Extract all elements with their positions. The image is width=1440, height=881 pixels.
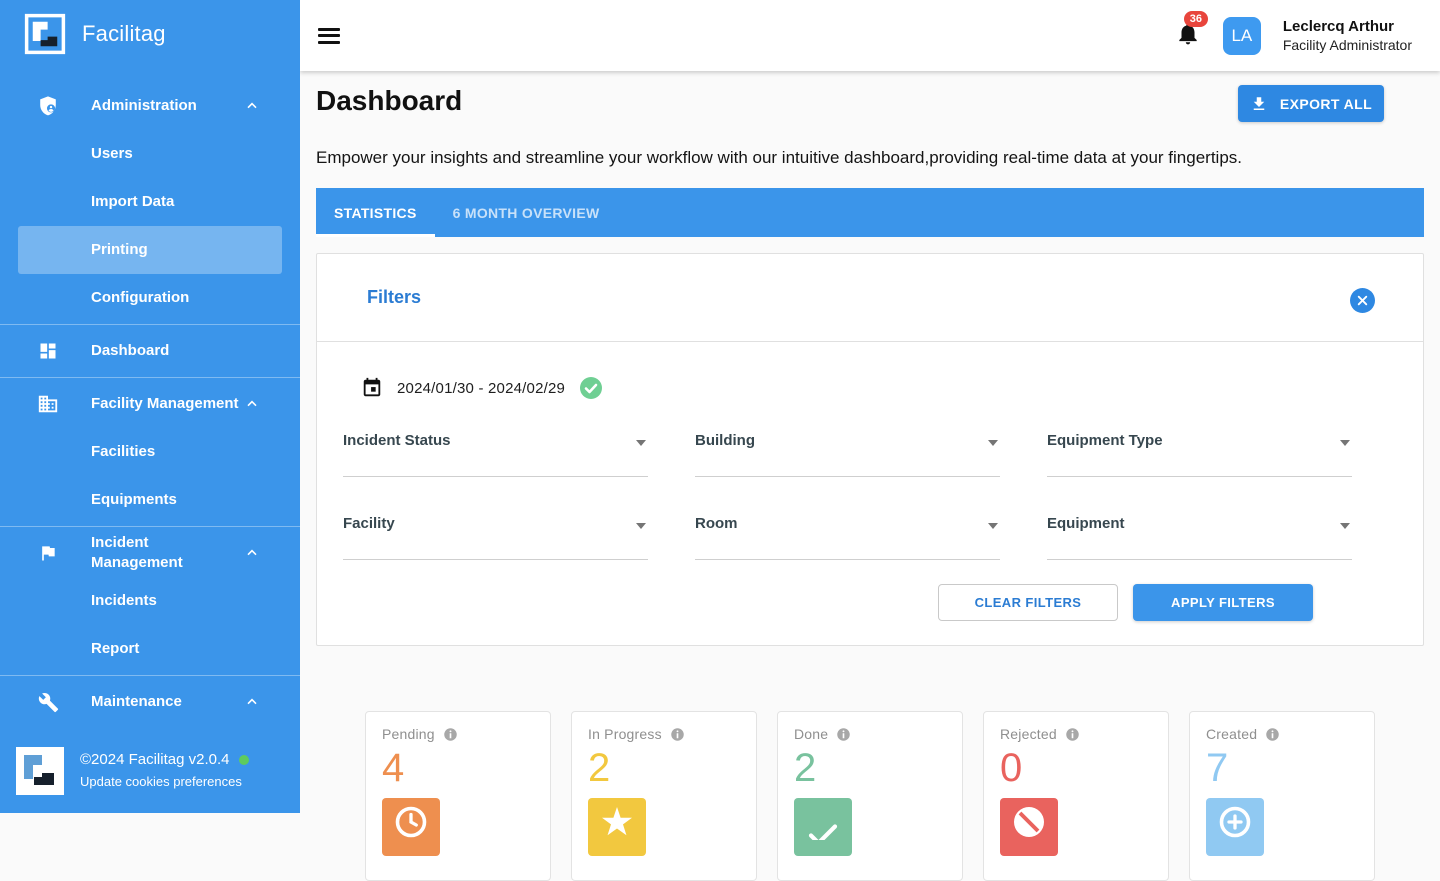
sidebar-item-label: Administration [91, 96, 243, 116]
status-dot [239, 755, 249, 765]
done-check-icon [794, 798, 852, 856]
room-select[interactable]: Room [695, 515, 1000, 560]
stat-card: Done 2 [777, 711, 963, 881]
sidebar-item-administration[interactable]: Administration [0, 82, 300, 130]
stat-card: Rejected 0 [983, 711, 1169, 881]
chevron-down-icon [988, 440, 998, 446]
date-range-picker[interactable]: 2024/01/30 - 2024/02/29 [343, 376, 1397, 400]
download-icon [1250, 95, 1268, 113]
stats-cards-row: Pending 4 In Progress 2 Done 2 [316, 711, 1424, 881]
info-icon[interactable] [670, 727, 685, 742]
stat-card: In Progress 2 [571, 711, 757, 881]
chevron-up-icon [244, 545, 260, 561]
date-range-value: 2024/01/30 - 2024/02/29 [397, 380, 565, 397]
wrench-icon [36, 690, 60, 714]
close-filters-button[interactable] [1350, 288, 1375, 313]
sidebar-item-users[interactable]: Users [0, 130, 300, 178]
user-role: Facility Administrator [1283, 36, 1412, 55]
sidebar-divider [0, 675, 300, 676]
tab-statistics[interactable]: STATISTICS [316, 188, 435, 237]
chevron-up-icon [244, 98, 260, 114]
equipment-type-select[interactable]: Equipment Type [1047, 432, 1352, 477]
in-progress-star-icon [588, 798, 646, 856]
sidebar-item-import-data[interactable]: Import Data [0, 178, 300, 226]
info-icon[interactable] [1265, 727, 1280, 742]
tab-6-month-overview[interactable]: 6 MONTH OVERVIEW [435, 188, 618, 237]
sidebar-item-incident-management[interactable]: Incident Management [0, 529, 300, 577]
topbar: 36 LA Leclercq Arthur Facility Administr… [300, 0, 1440, 71]
filters-panel: Filters 2024/01/30 - 2024/02/29 Incident… [316, 253, 1424, 646]
main-content: Dashboard EXPORT ALL Empower your insigh… [300, 71, 1440, 881]
copyright-text: ©2024 Facilitag v2.0.4 [80, 749, 229, 771]
incident-status-select[interactable]: Incident Status [343, 432, 648, 477]
tabbar: STATISTICS 6 MONTH OVERVIEW [316, 188, 1424, 237]
check-circle-icon [579, 376, 603, 400]
info-icon[interactable] [836, 727, 851, 742]
chevron-down-icon [988, 523, 998, 529]
export-all-button[interactable]: EXPORT ALL [1238, 85, 1384, 122]
sidebar-divider [0, 324, 300, 325]
sidebar-item-printing[interactable]: Printing [18, 226, 282, 274]
stat-card: Pending 4 [365, 711, 551, 881]
sidebar-footer: ©2024 Facilitag v2.0.4 Update cookies pr… [0, 735, 300, 813]
avatar[interactable]: LA [1223, 17, 1261, 55]
facilitag-footer-logo-icon [16, 747, 64, 795]
chevron-down-icon [636, 523, 646, 529]
user-name: Leclercq Arthur [1283, 17, 1412, 36]
sidebar-divider [0, 377, 300, 378]
info-icon[interactable] [1065, 727, 1080, 742]
sidebar-item-facility-management[interactable]: Facility Management [0, 380, 300, 428]
facilitag-logo-icon [24, 13, 66, 55]
pending-clock-icon [382, 798, 440, 856]
cookies-preferences-link[interactable]: Update cookies preferences [80, 771, 249, 793]
calendar-icon [361, 377, 383, 399]
sidebar-item-facilities[interactable]: Facilities [0, 428, 300, 476]
page-subtitle: Empower your insights and streamline you… [316, 148, 1424, 168]
sidebar-item-equipments[interactable]: Equipments [0, 476, 300, 524]
hamburger-menu-icon[interactable] [318, 28, 340, 44]
building-select[interactable]: Building [695, 432, 1000, 477]
building-icon [36, 392, 60, 416]
dashboard-grid-icon [36, 339, 60, 363]
sidebar-divider [0, 526, 300, 527]
sidebar-item-configuration[interactable]: Configuration [0, 274, 300, 322]
chevron-up-icon [244, 396, 260, 412]
created-add-icon [1206, 798, 1264, 856]
app-title: Facilitag [82, 21, 166, 47]
flag-icon [36, 541, 60, 565]
filters-title: Filters [367, 287, 421, 308]
sidebar-menu: Administration Users Import Data Printin… [0, 82, 300, 726]
clear-filters-button[interactable]: CLEAR FILTERS [938, 584, 1118, 621]
close-icon [1356, 294, 1369, 307]
notification-count-badge: 36 [1184, 11, 1208, 27]
equipment-select[interactable]: Equipment [1047, 515, 1352, 560]
chevron-up-icon [244, 694, 260, 710]
chevron-down-icon [1340, 440, 1350, 446]
sidebar-item-dashboard[interactable]: Dashboard [0, 327, 300, 375]
app-logo[interactable]: Facilitag [0, 0, 300, 64]
rejected-cancel-icon [1000, 798, 1058, 856]
page-title: Dashboard [316, 85, 462, 117]
stat-card: Created 7 [1189, 711, 1375, 881]
sidebar-item-report[interactable]: Report [0, 625, 300, 673]
notifications-bell[interactable]: 36 [1175, 20, 1201, 51]
sidebar-item-maintenance[interactable]: Maintenance [0, 678, 300, 726]
chevron-down-icon [1340, 523, 1350, 529]
user-info[interactable]: Leclercq Arthur Facility Administrator [1283, 17, 1412, 55]
info-icon[interactable] [443, 727, 458, 742]
admin-shield-icon [36, 94, 60, 118]
sidebar: Facilitag Administration Users Import Da… [0, 0, 300, 813]
apply-filters-button[interactable]: APPLY FILTERS [1133, 584, 1313, 621]
sidebar-item-incidents[interactable]: Incidents [0, 577, 300, 625]
facility-select[interactable]: Facility [343, 515, 648, 560]
chevron-down-icon [636, 440, 646, 446]
